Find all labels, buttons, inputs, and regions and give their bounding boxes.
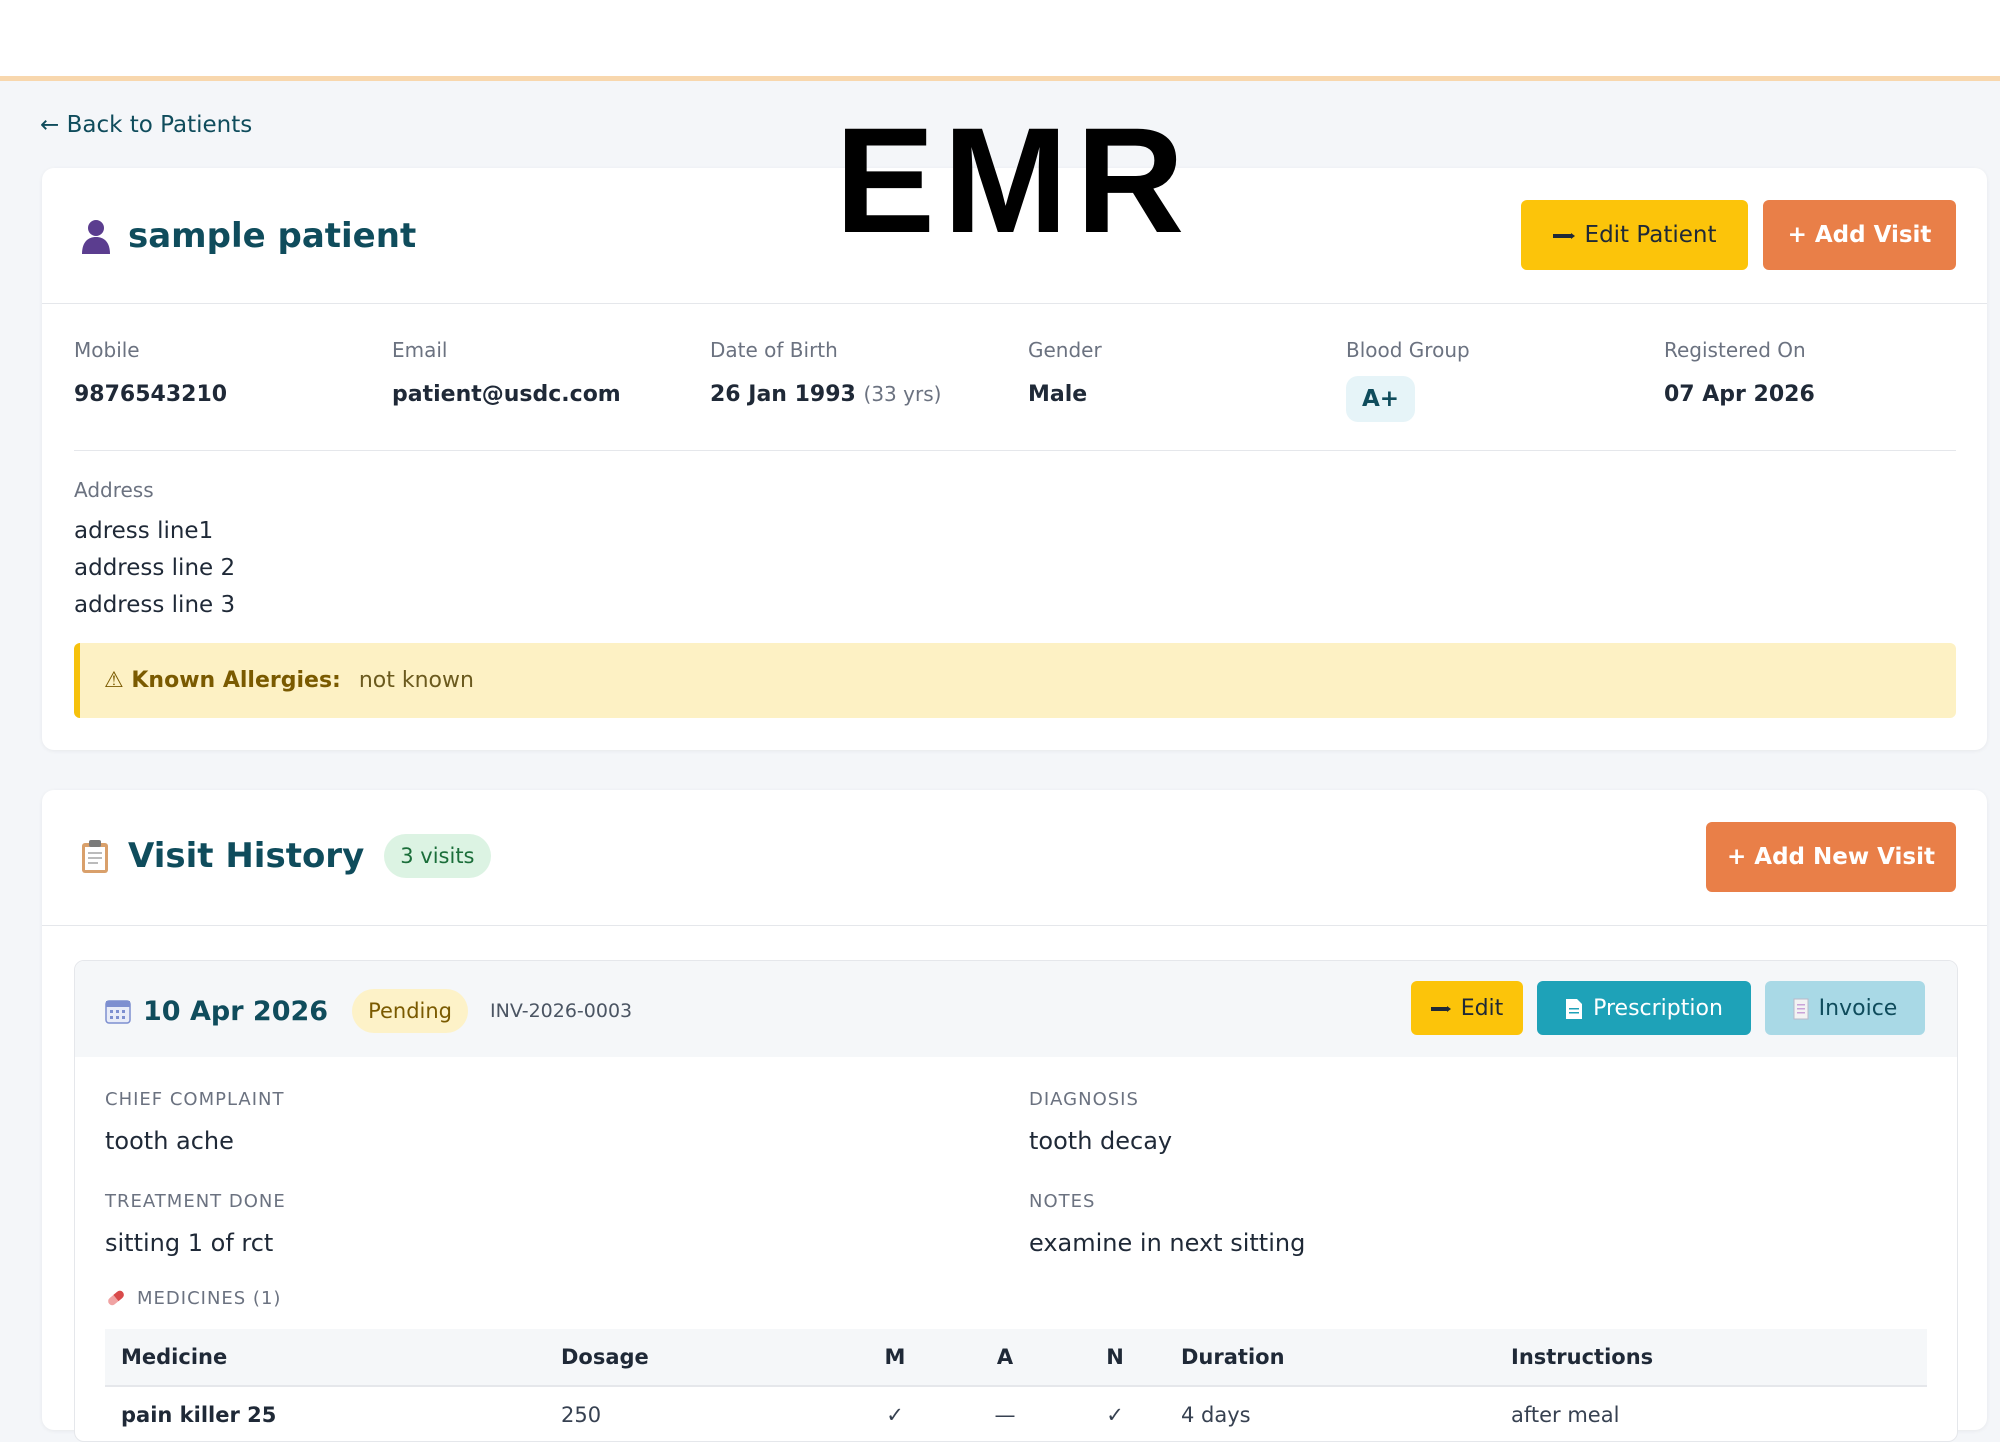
add-new-visit-button[interactable]: + Add New Visit: [1706, 822, 1956, 892]
chief-complaint-value: tooth ache: [105, 1127, 234, 1155]
blood-group-label: Blood Group: [1346, 338, 1470, 362]
visit-count-badge: 3 visits: [384, 834, 491, 878]
mobile-field: Mobile 9876543210: [74, 338, 227, 407]
medicine-dosage: 250: [561, 1403, 602, 1427]
status-badge: Pending: [352, 989, 469, 1033]
medicine-name: pain killer 25: [121, 1403, 277, 1427]
treatment-label: TREATMENT DONE: [105, 1191, 286, 1212]
dob-label: Date of Birth: [710, 338, 838, 362]
visit-history-title: Visit History: [128, 836, 365, 876]
visit-entry-header: 10 Apr 2026 Pending INV-2026-0003 Edit P…: [75, 961, 1957, 1057]
col-instructions: Instructions: [1495, 1329, 1927, 1387]
person-icon: [80, 218, 112, 254]
registered-label: Registered On: [1664, 338, 1806, 362]
header-divider: [42, 303, 1987, 304]
col-morning: M: [845, 1329, 945, 1387]
prescription-button[interactable]: Prescription: [1537, 981, 1751, 1035]
diagnosis-label: DIAGNOSIS: [1029, 1089, 1139, 1110]
medicines-table: Medicine Dosage M A N Duration Instructi…: [105, 1329, 1927, 1441]
table-row: pain killer 25 250 ✓ — ✓ 4 days after me…: [105, 1386, 1927, 1441]
pencil-icon: [1430, 996, 1461, 1021]
mobile-value: 9876543210: [74, 382, 228, 407]
clipboard-icon: [80, 838, 112, 874]
invoice-number: INV-2026-0003: [490, 1000, 633, 1022]
medicine-morning: ✓: [886, 1403, 904, 1427]
email-value: patient@usdc.com: [392, 382, 621, 407]
age-value: (33 yrs): [863, 382, 942, 406]
address-line-1: adress line1: [74, 518, 214, 544]
invoice-label: Invoice: [1818, 995, 1898, 1021]
calendar-icon: [105, 998, 131, 1024]
medicine-instructions: after meal: [1511, 1403, 1620, 1427]
edit-visit-button[interactable]: Edit: [1411, 981, 1523, 1035]
col-medicine: Medicine: [105, 1329, 545, 1387]
notes-value: examine in next sitting: [1029, 1229, 1306, 1257]
edit-patient-button[interactable]: Edit Patient: [1521, 200, 1748, 270]
emr-overlay-text: EMR: [835, 96, 1193, 264]
visits-header-divider: [42, 925, 1987, 926]
medicine-afternoon: —: [994, 1403, 1016, 1427]
dob-field: Date of Birth 26 Jan 1993 (33 yrs): [710, 338, 941, 407]
table-header-row: Medicine Dosage M A N Duration Instructi…: [105, 1329, 1927, 1387]
notes-label: NOTES: [1029, 1191, 1096, 1212]
edit-visit-label: Edit: [1460, 995, 1504, 1021]
allergy-value: not known: [358, 668, 474, 693]
treatment-value: sitting 1 of rct: [105, 1229, 274, 1257]
diagnosis-value: tooth decay: [1029, 1127, 1173, 1155]
col-night: N: [1065, 1329, 1165, 1387]
visit-date-row: 10 Apr 2026 Pending INV-2026-0003: [105, 989, 632, 1033]
prescription-label: Prescription: [1593, 995, 1723, 1021]
col-dosage: Dosage: [545, 1329, 845, 1387]
address-label: Address: [74, 478, 154, 502]
visit-history-header: Visit History 3 visits: [80, 834, 491, 878]
email-label: Email: [392, 338, 448, 362]
col-afternoon: A: [945, 1329, 1065, 1387]
pencil-icon: [1552, 222, 1585, 248]
top-bar: [0, 0, 2000, 81]
gender-value: Male: [1028, 382, 1088, 407]
blood-group-badge: A+: [1346, 376, 1416, 422]
receipt-icon: [1793, 996, 1819, 1021]
gender-label: Gender: [1028, 338, 1102, 362]
medicines-header: MEDICINES (1): [105, 1287, 281, 1309]
mobile-label: Mobile: [74, 338, 140, 362]
gender-field: Gender Male: [1028, 338, 1102, 407]
invoice-button[interactable]: Invoice: [1765, 981, 1925, 1035]
back-to-patients-link[interactable]: ← Back to Patients: [40, 112, 252, 138]
pill-icon: [105, 1287, 127, 1309]
medicine-night: ✓: [1106, 1403, 1124, 1427]
dob-value-wrap: 26 Jan 1993 (33 yrs): [710, 382, 941, 407]
email-field: Email patient@usdc.com: [392, 338, 621, 407]
add-visit-button[interactable]: + Add Visit: [1763, 200, 1956, 270]
address-line-3: address line 3: [74, 592, 236, 618]
patient-header: sample patient: [80, 216, 416, 256]
visit-date: 10 Apr 2026: [143, 995, 329, 1027]
medicines-label: MEDICINES (1): [137, 1287, 282, 1309]
document-icon: [1565, 996, 1593, 1021]
chief-complaint-label: CHIEF COMPLAINT: [105, 1089, 285, 1110]
allergy-banner: ⚠ Known Allergies: not known: [74, 643, 1956, 718]
registered-value: 07 Apr 2026: [1664, 382, 1815, 407]
address-line-2: address line 2: [74, 555, 236, 581]
dob-value: 26 Jan 1993: [710, 382, 856, 407]
medicine-duration: 4 days: [1181, 1403, 1251, 1427]
col-duration: Duration: [1165, 1329, 1495, 1387]
visit-entry: 10 Apr 2026 Pending INV-2026-0003 Edit P…: [74, 960, 1958, 1442]
allergy-label: ⚠ Known Allergies:: [104, 668, 341, 693]
info-divider: [74, 450, 1956, 451]
blood-group-field: Blood Group A+: [1346, 338, 1470, 422]
patient-name: sample patient: [128, 216, 417, 256]
visit-history-card: Visit History 3 visits + Add New Visit 1: [42, 790, 1987, 1442]
edit-patient-label: Edit Patient: [1584, 222, 1717, 248]
registered-field: Registered On 07 Apr 2026: [1664, 338, 1815, 407]
